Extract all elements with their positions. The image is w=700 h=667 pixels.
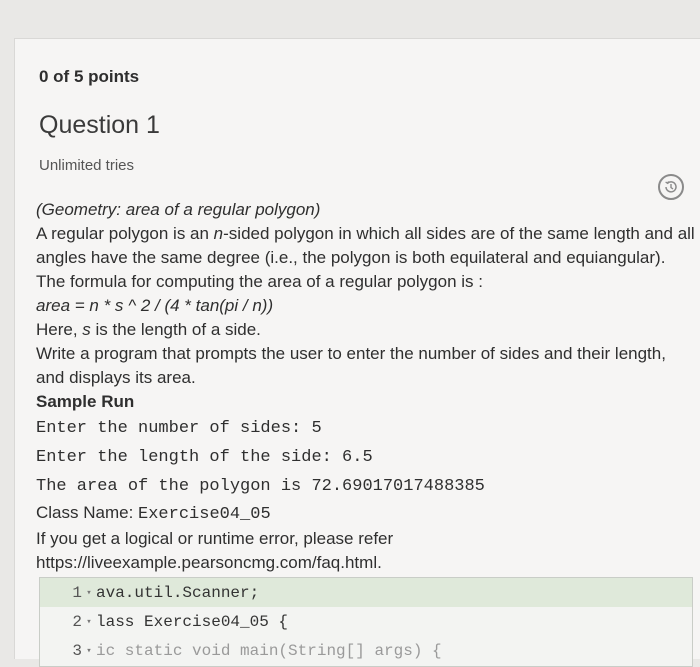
fold-arrow-icon[interactable]: ▾ <box>84 588 94 598</box>
code-line[interactable]: 1 ▾ ava.util.Scanner; <box>40 578 692 607</box>
error-note: If you get a logical or runtime error, p… <box>36 529 394 548</box>
line-number: 2 <box>72 612 82 631</box>
sample-output-line: Enter the length of the side: 6.5 <box>36 448 373 467</box>
here-text: Here, <box>36 320 83 339</box>
class-label: Class Name: <box>36 503 139 522</box>
question-title: Question 1 <box>39 111 160 139</box>
class-name-line: Class Name: Exercise04_05 <box>36 501 696 527</box>
problem-intro: A regular polygon is an n-sided polygon … <box>36 222 696 294</box>
instruction: Write a program that prompts the user to… <box>36 344 666 387</box>
problem-heading: (Geometry: area of a regular polygon) <box>36 200 321 219</box>
code-text[interactable]: lass Exercise04_05 { <box>94 613 288 631</box>
here-s: s <box>82 320 91 339</box>
question-body: (Geometry: area of a regular polygon) A … <box>36 198 696 575</box>
fold-arrow-icon[interactable]: ▾ <box>84 617 94 627</box>
sample-run-label: Sample Run <box>36 392 135 411</box>
history-clock-icon[interactable] <box>658 174 684 200</box>
here-text-rest: is the length of a side. <box>90 320 261 339</box>
code-text[interactable]: ic static void main(String[] args) { <box>94 642 442 660</box>
code-text[interactable]: ava.util.Scanner; <box>94 584 259 602</box>
code-line[interactable]: 3 ▾ ic static void main(String[] args) { <box>40 636 692 665</box>
here-line: Here, s is the length of a side. <box>36 318 696 342</box>
intro-n: n <box>213 224 224 243</box>
tries-label: Unlimited tries <box>39 157 135 174</box>
clock-glyph <box>665 181 677 193</box>
code-editor[interactable]: 1 ▾ ava.util.Scanner; 2 ▾ lass Exercise0… <box>39 577 693 667</box>
faq-link[interactable]: https://liveexample.pearsoncmg.com/faq.h… <box>36 551 696 575</box>
formula: area = n * s ^ 2 / (4 * tan(pi / n)) <box>36 296 274 315</box>
sample-output-line: The area of the polygon is 72.6901701748… <box>36 477 485 496</box>
code-line[interactable]: 2 ▾ lass Exercise04_05 { <box>40 607 692 636</box>
class-name: Exercise04_05 <box>138 505 271 524</box>
intro-text: A regular polygon is an <box>36 224 214 243</box>
score-label: 0 of 5 points <box>39 67 140 86</box>
sample-output-line: Enter the number of sides: 5 <box>36 419 322 438</box>
question-panel: 0 of 5 points Question 1 Unlimited tries… <box>14 38 700 667</box>
line-number: 1 <box>72 583 82 602</box>
fold-arrow-icon[interactable]: ▾ <box>84 646 94 656</box>
line-number: 3 <box>72 641 82 660</box>
